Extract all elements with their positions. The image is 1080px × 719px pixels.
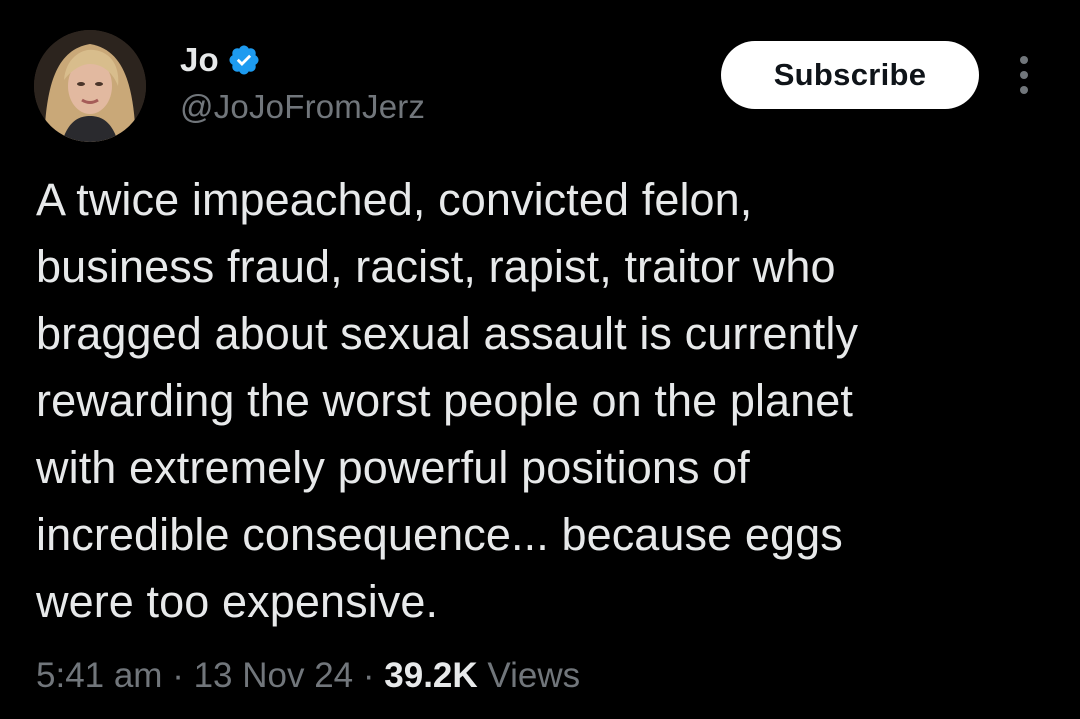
tweet-text-line: rewarding the worst people on the planet — [36, 375, 854, 426]
author-name-row[interactable]: Jo — [180, 38, 261, 82]
tweet-text-line: bragged about sexual assault is currentl… — [36, 308, 859, 359]
tweet-text-line: A twice impeached, convicted felon, — [36, 174, 753, 225]
tweet-card: Jo @JoJoFromJerz Subscribe A twice impea… — [0, 0, 1080, 719]
tweet-date[interactable]: 13 Nov 24 — [194, 656, 354, 695]
more-dot — [1020, 56, 1028, 64]
views-label[interactable]: Views — [487, 656, 580, 695]
tweet-text-line: business fraud, racist, rapist, traitor … — [36, 241, 836, 292]
more-dot — [1020, 71, 1028, 79]
more-options-icon[interactable] — [1010, 56, 1038, 94]
meta-separator: · — [172, 656, 184, 695]
tweet-text-line: were too expensive. — [36, 576, 439, 627]
avatar-photo — [34, 30, 146, 142]
tweet-time[interactable]: 5:41 am — [36, 656, 162, 695]
avatar[interactable] — [34, 30, 146, 142]
tweet-text: A twice impeached, convicted felon, busi… — [36, 166, 1046, 635]
tweet-text-line: with extremely powerful positions of — [36, 442, 750, 493]
verified-badge-icon[interactable] — [227, 43, 261, 77]
tweet-meta: 5:41 am · 13 Nov 24 · 39.2K Views — [36, 656, 580, 696]
meta-separator: · — [362, 656, 375, 695]
author-handle[interactable]: @JoJoFromJerz — [180, 88, 425, 126]
author-display-name[interactable]: Jo — [180, 41, 219, 79]
more-dot — [1020, 86, 1028, 94]
subscribe-button[interactable]: Subscribe — [721, 41, 979, 109]
views-count[interactable]: 39.2K — [384, 656, 477, 695]
tweet-text-line: incredible consequence... because eggs — [36, 509, 843, 560]
